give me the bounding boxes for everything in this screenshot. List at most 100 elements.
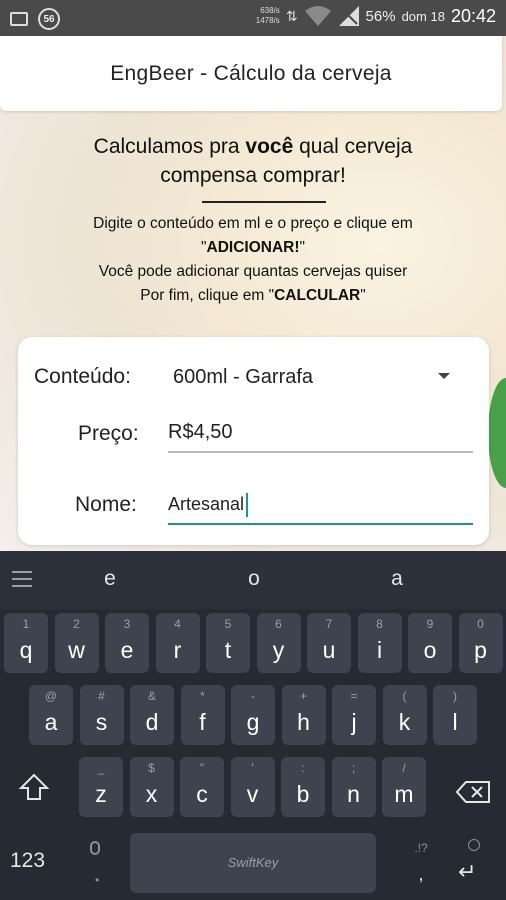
key-b[interactable]: :b [281, 757, 325, 817]
key-j[interactable]: = j [332, 685, 376, 745]
punctuation-key[interactable]: .!? , [401, 841, 441, 884]
key-secondary: ; [351, 761, 356, 775]
enter-icon[interactable]: ↵ [458, 859, 476, 885]
punct-bottom: , [418, 864, 424, 884]
chevron-down-icon [438, 373, 450, 379]
calculate-keyword: CALCULAR [274, 287, 361, 304]
swiftkey-logo: SwiftKey [227, 855, 279, 870]
key-secondary: 8 [376, 617, 383, 631]
key-d[interactable]: & d [130, 685, 174, 745]
key-secondary: 0 [477, 617, 484, 631]
key-m[interactable]: / m [382, 757, 426, 817]
name-input[interactable]: Artesanal [168, 487, 473, 525]
backspace-icon[interactable] [456, 781, 490, 803]
key-secondary: 6 [275, 617, 282, 631]
instruction-line1: Digite o conteúdo em ml e o preço e cliq… [93, 215, 413, 232]
key-s[interactable]: # s [79, 685, 124, 745]
emoji-icon[interactable] [468, 839, 480, 851]
keyboard: e o a 1q2w3e4r5t6y7u8i9o0p @ a # s & d * f - g + h =… [0, 551, 506, 900]
key-secondary: " [199, 761, 205, 775]
mic-icon[interactable] [90, 841, 100, 855]
key-label: y [272, 637, 285, 663]
key-label: a [44, 709, 58, 735]
key-u[interactable]: 7u [307, 613, 351, 673]
menu-icon[interactable] [12, 571, 32, 587]
network-rate: 638/s 1478/s [256, 6, 280, 26]
key-secondary: ) [453, 689, 457, 703]
key-g[interactable]: -g [231, 685, 275, 745]
key-z[interactable]: _ z [79, 757, 123, 817]
key-q[interactable]: 1q [4, 613, 48, 673]
key-n[interactable]: ; n [331, 757, 376, 817]
space-key[interactable]: SwiftKey [130, 833, 376, 893]
wifi-icon [304, 6, 331, 26]
key-label: v [246, 781, 259, 807]
instruction-line4: Por fim, clique em "CALCULAR" [0, 284, 506, 308]
key-p[interactable]: 0p [458, 613, 503, 673]
shift-icon[interactable] [18, 771, 50, 803]
key-o[interactable]: 9o [408, 613, 452, 673]
key-t[interactable]: 5t [206, 613, 250, 673]
key-label: p [474, 637, 487, 663]
key-v[interactable]: ' v [230, 757, 275, 817]
key-r[interactable]: 4r [155, 613, 200, 673]
key-k[interactable]: (k [382, 685, 427, 745]
key-label: x [145, 781, 158, 807]
signal-icon [338, 6, 359, 26]
rate-up: 638/s [260, 6, 280, 15]
key-secondary: ' [251, 761, 254, 775]
data-arrows-icon: ⇅ [285, 7, 298, 24]
key-a[interactable]: @ a [29, 685, 73, 745]
key-secondary: ( [402, 689, 407, 703]
key-secondary: / [402, 761, 406, 775]
key-w[interactable]: 2w [54, 613, 99, 673]
quote: " [299, 239, 306, 256]
key-label: d [145, 709, 159, 735]
key-l[interactable]: ) l [433, 685, 477, 745]
key-y[interactable]: 6y [256, 613, 301, 673]
key-secondary: 5 [224, 617, 232, 631]
key-label: q [19, 637, 33, 663]
numbers-key[interactable]: 123 [10, 849, 45, 873]
instructions: Digite o conteúdo em ml e o preço e cliq… [0, 212, 506, 308]
key-label: f [199, 709, 206, 735]
key-label: n [347, 781, 360, 807]
key-label: o [423, 637, 437, 663]
key-label: w [68, 637, 85, 663]
key-label: z [95, 781, 107, 807]
key-label: t [224, 637, 232, 663]
suggestion-3[interactable]: a [377, 567, 417, 591]
key-label: j [351, 709, 357, 735]
key-secondary: : [301, 761, 305, 775]
key-secondary: 7 [325, 617, 333, 631]
headline: Calculamos pra você qual cerveja compens… [0, 132, 506, 190]
notification-badge: 56 [38, 8, 60, 30]
key-label: c [196, 781, 208, 807]
name-text: Artesanal [168, 493, 245, 514]
key-f[interactable]: * f [180, 685, 225, 745]
suggestion-1[interactable]: e [90, 567, 130, 591]
key-secondary: @ [44, 689, 58, 703]
key-secondary: + [299, 689, 307, 703]
key-e[interactable]: 3e [105, 613, 149, 673]
key-label: b [296, 781, 310, 807]
key-secondary: 3 [123, 617, 131, 631]
app-bar: EngBeer - Cálculo da cerveja [0, 36, 502, 111]
content-select[interactable]: 600ml - Garrafa [168, 357, 473, 397]
status-time: 20:42 [450, 5, 496, 26]
key-h[interactable]: + h [281, 685, 326, 745]
price-input[interactable]: R$4,50 [168, 419, 473, 453]
headline-text-2: qual cerveja [293, 135, 413, 158]
key-secondary: * [200, 689, 205, 703]
key-c[interactable]: " c [180, 757, 224, 817]
status-bar: 56 638/s 1478/s ⇅ 56% dom 18 20:42 [0, 0, 506, 36]
key-secondary: - [251, 689, 255, 703]
key-i[interactable]: 8i [357, 613, 402, 673]
status-right: 638/s 1478/s ⇅ 56% dom 18 20:42 [256, 5, 496, 27]
headline-line1: Calculamos pra você qual cerveja [0, 132, 506, 161]
key-secondary: 2 [73, 617, 80, 631]
key-label: m [394, 781, 414, 807]
key-secondary: _ [97, 761, 105, 775]
key-x[interactable]: $ x [129, 757, 174, 817]
suggestion-2[interactable]: o [234, 567, 274, 591]
